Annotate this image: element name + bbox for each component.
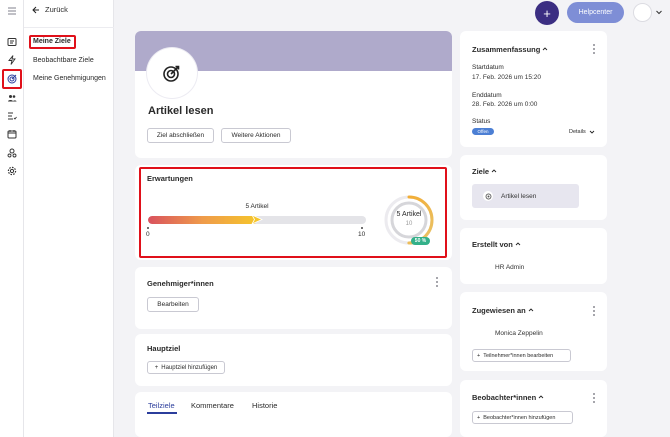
start-date-value: 17. Feb. 2026 um 15:20 [472, 74, 542, 81]
edit-approvers-button[interactable]: Bearbeiten [147, 297, 199, 312]
arrow-left-icon [32, 6, 39, 13]
list-check-icon[interactable] [5, 109, 19, 123]
chevron-up-icon [543, 47, 548, 51]
approvers-more-icon[interactable] [435, 277, 439, 287]
assignee-name: Monica Zeppelin [495, 330, 543, 337]
goal-title: Artikel lesen [148, 105, 214, 117]
gauge-target: 10 [405, 221, 413, 227]
gauge-value: 5 Artikel [396, 211, 422, 218]
observers-card [460, 380, 607, 437]
expectations-title: Erwartungen [147, 174, 193, 183]
assigned-more-icon[interactable] [592, 306, 596, 316]
chevron-up-icon [491, 169, 497, 173]
more-actions-button[interactable]: Weitere Aktionen [221, 128, 291, 143]
plus-icon: + [154, 364, 159, 371]
main-goal-card [135, 334, 452, 386]
icon-rail [0, 0, 24, 437]
status-badge: Offen [472, 128, 494, 135]
goals-title[interactable]: Ziele [472, 167, 497, 176]
add-observers-button[interactable]: + Beobachter*innen hinzufügen [472, 411, 573, 424]
edit-participants-button[interactable]: + Teilnehmer*innen bearbeiten [472, 349, 571, 362]
progress-current-label: 5 Artikel [245, 203, 269, 210]
news-icon[interactable] [5, 35, 19, 49]
chevron-up-icon [538, 395, 544, 399]
back-label: Zurück [45, 5, 68, 14]
created-by-title[interactable]: Erstellt von [472, 240, 521, 249]
plus-icon: + [477, 352, 481, 359]
add-main-goal-label: Hauptziel hinzufügen [161, 364, 218, 371]
tab-history[interactable]: Historie [252, 401, 277, 410]
progress-min-label: 0 [146, 231, 150, 238]
nav-divider [24, 27, 114, 28]
progress-fill [148, 216, 257, 224]
progress-min-tick [147, 227, 149, 229]
approvers-title: Genehmiger*innen [147, 279, 214, 288]
main-goal-title: Hauptziel [147, 344, 181, 353]
end-date-label: Enddatum [472, 92, 502, 99]
settings-icon[interactable] [5, 164, 19, 178]
chevron-up-icon [528, 308, 534, 312]
chevron-down-icon [589, 130, 595, 134]
nav-item-observed-goals[interactable]: Beobachtbare Ziele [33, 57, 94, 64]
plus-icon: + [477, 414, 481, 421]
status-label: Status [472, 118, 491, 125]
summary-more-icon[interactable] [592, 44, 596, 54]
percent-badge: 50 % [411, 237, 430, 245]
back-link[interactable]: Zurück [32, 5, 68, 14]
tab-active-underline [147, 412, 177, 414]
helpcenter-button[interactable]: Helpcenter [567, 2, 624, 23]
create-button[interactable]: + [535, 1, 559, 25]
tab-subgoals[interactable]: Teilziele [148, 401, 175, 410]
user-avatar[interactable] [633, 3, 652, 22]
add-observers-label: Beobachter*innen hinzufügen [483, 414, 556, 421]
tabs-card [135, 392, 452, 437]
chevron-up-icon [515, 242, 521, 246]
assigned-title[interactable]: Zugewiesen an [472, 306, 534, 315]
goal-avatar [147, 48, 197, 98]
add-main-goal-button[interactable]: + Hauptziel hinzufügen [147, 361, 225, 374]
menu-icon[interactable] [5, 4, 19, 18]
rail-highlight-box [2, 69, 22, 89]
target-icon [483, 191, 493, 201]
progress-max-tick [361, 227, 363, 229]
tab-comments[interactable]: Kommentare [191, 401, 234, 410]
details-toggle[interactable]: Details [569, 129, 595, 135]
complete-goal-button[interactable]: Ziel abschließen [147, 128, 214, 143]
nav-item-my-approvals[interactable]: Meine Genehmigungen [33, 75, 106, 82]
chevron-down-icon[interactable] [655, 8, 663, 16]
progress-marker-icon [251, 214, 263, 225]
end-date-value: 28. Feb. 2026 um 0:00 [472, 101, 538, 108]
goal-chip-label: Artikel lesen [501, 193, 537, 200]
target-icon [163, 65, 180, 82]
nav-highlight-box [29, 35, 76, 49]
details-label: Details [569, 129, 586, 135]
summary-title[interactable]: Zusammenfassung [472, 45, 548, 54]
calendar-icon[interactable] [5, 127, 19, 141]
observers-title[interactable]: Beobachter*innen [472, 393, 544, 402]
lightning-icon[interactable] [5, 53, 19, 67]
edit-participants-label: Teilnehmer*innen bearbeiten [483, 352, 554, 359]
created-by-card [460, 228, 607, 284]
progress-max-label: 10 [358, 231, 366, 238]
observers-more-icon[interactable] [592, 393, 596, 403]
creator-name: HR Admin [495, 264, 525, 271]
network-icon[interactable] [5, 146, 19, 160]
start-date-label: Startdatum [472, 64, 504, 71]
sub-navigation [24, 0, 114, 437]
people-icon[interactable] [5, 91, 19, 105]
